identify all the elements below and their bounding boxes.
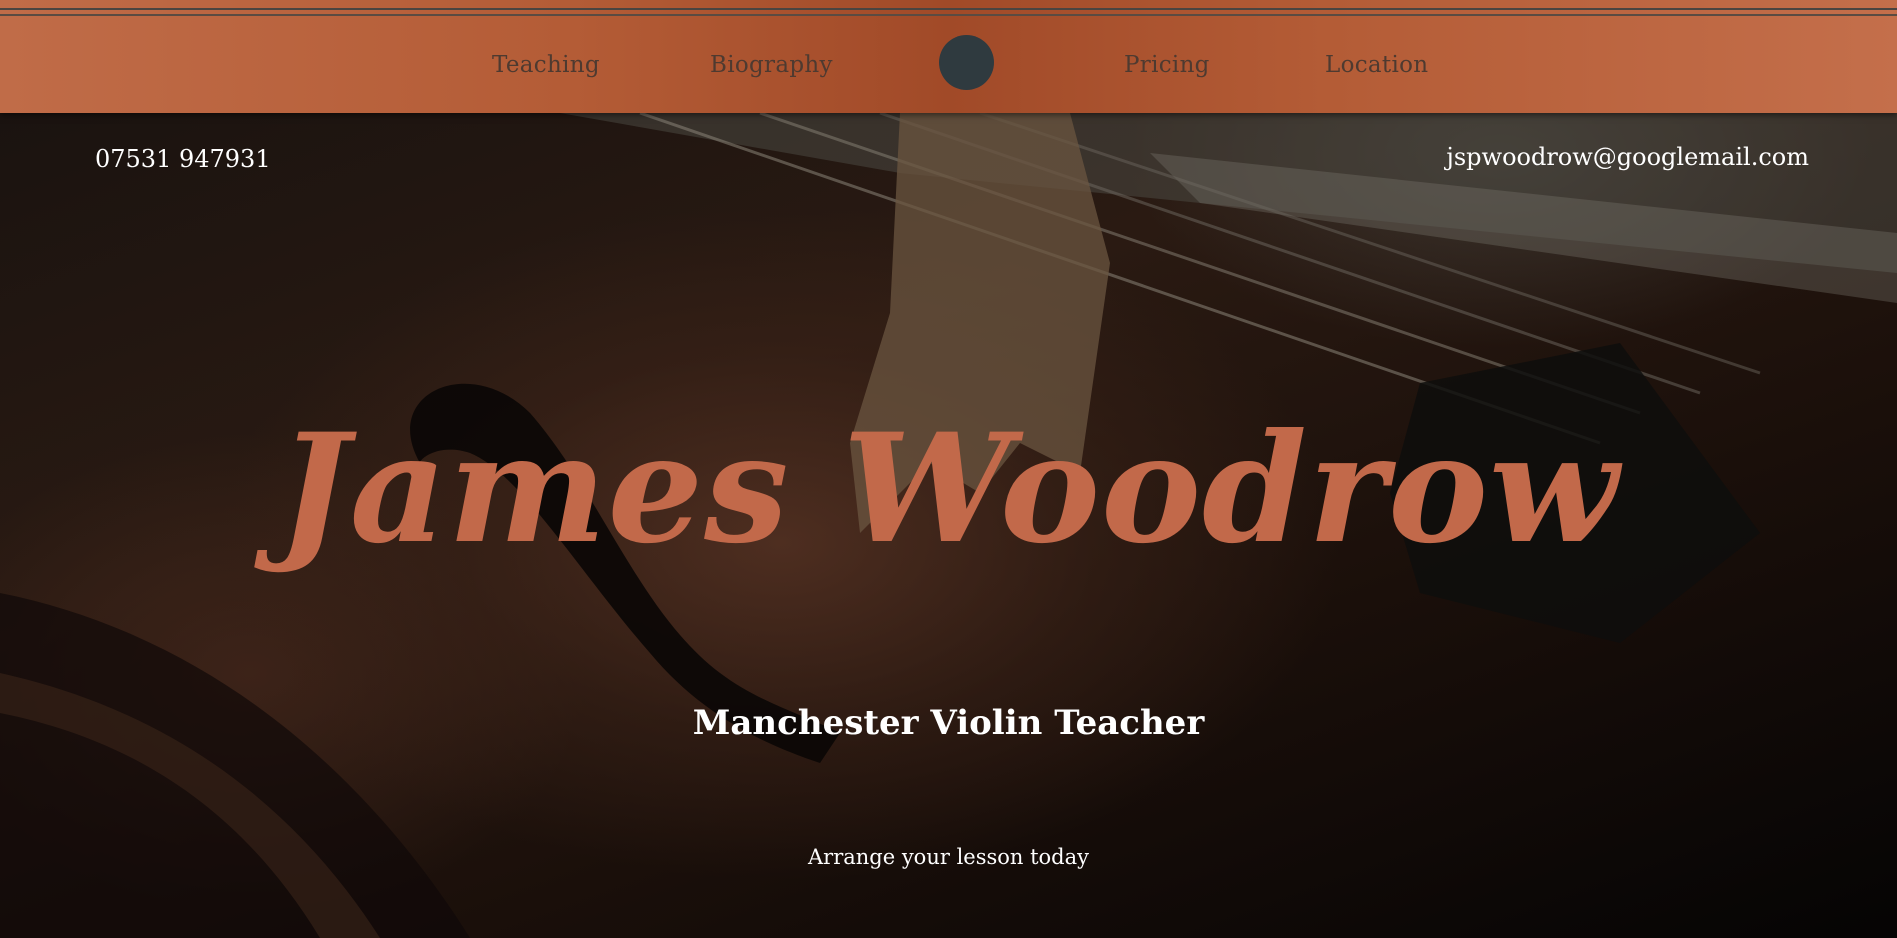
home-logo-circle[interactable]	[939, 35, 994, 90]
nav-link-location[interactable]: Location	[1325, 52, 1428, 78]
tagline: Manchester Violin Teacher	[692, 703, 1205, 744]
phone-number[interactable]: 07531 947931	[95, 145, 271, 173]
email-address[interactable]: jspwoodrow@googlemail.com	[1446, 143, 1809, 171]
nav-second-rule	[0, 14, 1897, 16]
nav-link-biography[interactable]: Biography	[710, 52, 833, 78]
arrange-lesson-link[interactable]: Arrange your lesson today	[0, 845, 1897, 869]
page: Teaching Biography Pricing Location 0753…	[0, 0, 1897, 938]
nav-top-rule	[0, 8, 1897, 10]
page-title: James Woodrow	[277, 400, 1620, 577]
top-navigation-bar: Teaching Biography Pricing Location	[0, 0, 1897, 113]
nav-link-teaching[interactable]: Teaching	[492, 52, 600, 78]
nav-link-pricing[interactable]: Pricing	[1124, 52, 1210, 78]
